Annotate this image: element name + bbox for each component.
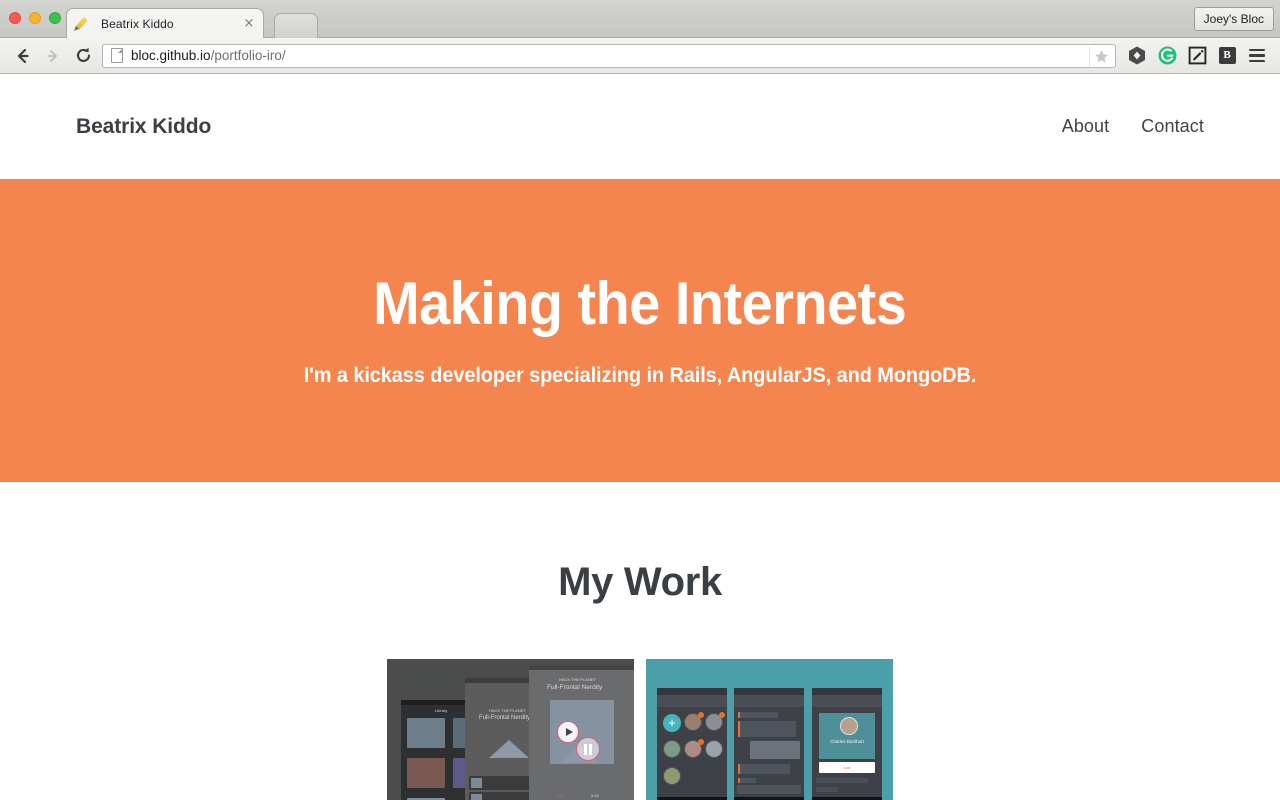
call-button: Call: [819, 762, 875, 773]
url-path: /portfolio-iro/: [210, 48, 286, 63]
contact-card-name: Charles Burkhart: [830, 739, 864, 744]
star-icon: [1095, 50, 1108, 63]
reload-button[interactable]: [68, 42, 98, 70]
nav-link-about[interactable]: About: [1062, 116, 1110, 137]
contact-card: Charles Burkhart: [819, 713, 875, 759]
page-content: Beatrix Kiddo About Contact Making the I…: [0, 74, 1280, 800]
work-section: My Work Library HACK THE PLANET Full-Fro…: [0, 482, 1280, 800]
edit-pencil-icon: [1188, 46, 1206, 65]
pause-button-icon: [576, 737, 600, 761]
bold-b-extension-button[interactable]: B: [1212, 42, 1242, 70]
menu-hamburger-icon: [1249, 46, 1265, 65]
phone-mockup-conversation: [734, 688, 804, 800]
grammarly-extension-button[interactable]: [1152, 42, 1182, 70]
address-bar[interactable]: bloc.github.io/portfolio-iro/: [102, 43, 1116, 68]
nav-link-contact[interactable]: Contact: [1141, 116, 1204, 137]
phone-mockup-contacts: +: [657, 688, 727, 800]
browser-menu-button[interactable]: [1242, 42, 1272, 70]
site-logo[interactable]: Beatrix Kiddo: [76, 115, 211, 139]
phone-mockup-call: Charles Burkhart Call: [812, 688, 882, 800]
work-thumbnail-full-frontal-nerdity[interactable]: Library HACK THE PLANET Full-Frontal Ner…: [387, 659, 634, 800]
forward-button[interactable]: [38, 42, 68, 70]
tab-strip: Beatrix Kiddo × Joey's Bloc: [0, 0, 1280, 38]
work-thumbnail-bloctalk[interactable]: + Charles Burkhart Call: [646, 659, 893, 800]
hexagon-diamond-icon: [1129, 46, 1145, 65]
browser-toolbar: bloc.github.io/portfolio-iro/ B: [0, 38, 1280, 74]
extension-toolbar: B: [1122, 42, 1272, 70]
work-section-title: My Work: [558, 560, 722, 604]
work-thumbnail-grid: Library HACK THE PLANET Full-Frontal Ner…: [0, 659, 1280, 800]
arrow-left-icon: [17, 48, 29, 63]
hexagon-diamond-extension-button[interactable]: [1122, 42, 1152, 70]
site-nav: About Contact: [1062, 116, 1204, 137]
bookmark-button[interactable]: [1089, 46, 1113, 67]
play-button-icon: [557, 721, 579, 743]
maximize-window-button[interactable]: [49, 12, 61, 24]
hero-banner: Making the Internets I'm a kickass devel…: [0, 179, 1280, 482]
browser-chrome: Beatrix Kiddo × Joey's Bloc bloc.github.…: [0, 0, 1280, 74]
site-header: Beatrix Kiddo About Contact: [0, 74, 1280, 179]
close-icon[interactable]: ×: [241, 16, 257, 32]
arrow-right-icon: [47, 49, 57, 62]
new-tab-button[interactable]: [274, 13, 318, 38]
hero-subtitle: I'm a kickass developer specializing in …: [303, 363, 977, 387]
reload-icon: [76, 47, 90, 62]
browser-tab[interactable]: Beatrix Kiddo ×: [66, 8, 264, 38]
hero-title: Making the Internets: [373, 269, 907, 337]
bold-b-icon: B: [1218, 47, 1236, 64]
close-window-button[interactable]: [9, 12, 21, 24]
edit-pencil-extension-button[interactable]: [1182, 42, 1212, 70]
phone-mockup-now-playing: HACK THE PLANET Full-Frontal Nerdity 2:0…: [529, 665, 634, 800]
document-icon: [111, 48, 123, 63]
tab-title: Beatrix Kiddo: [101, 16, 174, 31]
url-text: bloc.github.io/portfolio-iro/: [131, 48, 286, 63]
minimize-window-button[interactable]: [29, 12, 41, 24]
url-host: bloc.github.io: [131, 48, 211, 63]
back-button[interactable]: [8, 42, 38, 70]
grammarly-icon: [1158, 46, 1176, 65]
window-controls: [9, 12, 61, 24]
profile-button[interactable]: Joey's Bloc: [1193, 7, 1274, 31]
pencil-icon: [75, 16, 93, 32]
